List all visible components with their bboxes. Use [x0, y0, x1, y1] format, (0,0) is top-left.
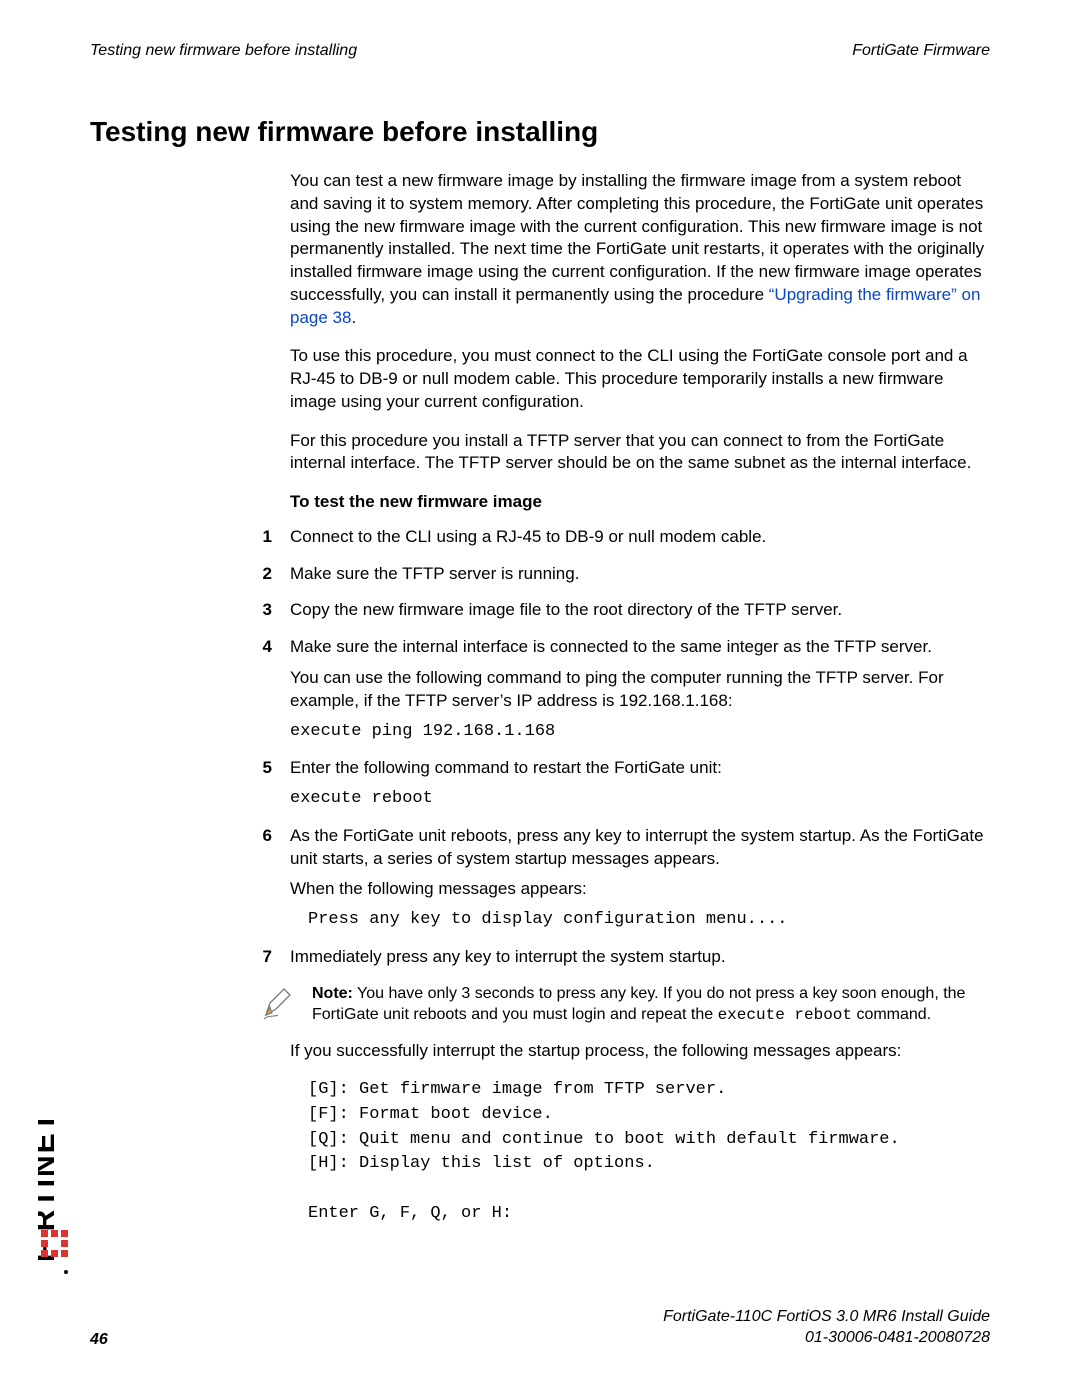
step-5: 5 Enter the following command to restart… [242, 757, 990, 819]
steps-list: 1 Connect to the CLI using a RJ-45 to DB… [242, 526, 990, 977]
note-part: You have only 3 seconds to press any key… [353, 985, 966, 1002]
boot-menu-output: [G]: Get firmware image from TFTP server… [308, 1078, 990, 1226]
command-text: execute reboot [290, 788, 990, 811]
command-text: execute ping 192.168.1.168 [290, 721, 990, 744]
intro-paragraph-3: For this procedure you install a TFTP se… [290, 430, 990, 476]
subheading: To test the new firmware image [290, 491, 990, 514]
step-text: Connect to the CLI using a RJ-45 to DB-9… [290, 526, 990, 549]
step-text: Copy the new firmware image file to the … [290, 599, 990, 622]
step-1: 1 Connect to the CLI using a RJ-45 to DB… [242, 526, 990, 557]
note-pencil-icon [260, 985, 300, 1028]
note-command: execute reboot [718, 1006, 852, 1024]
intro-paragraph-1: You can test a new firmware image by ins… [290, 170, 990, 329]
note-part: FortiGate [312, 1006, 379, 1023]
running-header: Testing new firmware before installing F… [90, 42, 990, 60]
step-text: Enter the following command to restart t… [290, 757, 990, 780]
step-2: 2 Make sure the TFTP server is running. [242, 563, 990, 594]
console-output: Press any key to display configuration m… [308, 909, 990, 932]
after-note-text: If you successfully interrupt the startu… [290, 1040, 990, 1063]
footer-right: FortiGate-110C FortiOS 3.0 MR6 Install G… [663, 1307, 990, 1349]
document-page: Testing new firmware before installing F… [0, 0, 1080, 1397]
step-text: Immediately press any key to interrupt t… [290, 946, 990, 969]
intro-p1-tail: . [351, 308, 356, 327]
step-number: 4 [242, 636, 272, 751]
step-number: 7 [242, 946, 272, 977]
step-4: 4 Make sure the internal interface is co… [242, 636, 990, 751]
note-part: unit reboots and you must login and repe… [379, 1006, 718, 1023]
header-left: Testing new firmware before installing [90, 42, 357, 60]
note-block: Note: You have only 3 seconds to press a… [260, 983, 990, 1028]
page-footer: 46 FortiGate-110C FortiOS 3.0 MR6 Instal… [90, 1307, 990, 1349]
note-label: Note: [312, 985, 353, 1002]
after-note: If you successfully interrupt the startu… [290, 1040, 990, 1227]
step-6: 6 As the FortiGate unit reboots, press a… [242, 825, 990, 940]
header-right: FortiGate Firmware [852, 42, 990, 60]
step-text: As the FortiGate unit reboots, press any… [290, 825, 990, 871]
page-number: 46 [90, 1331, 108, 1349]
step-number: 2 [242, 563, 272, 594]
step-number: 3 [242, 599, 272, 630]
svg-text:F RTINET: F RTINET [38, 1111, 61, 1262]
footer-guide: FortiGate-110C FortiOS 3.0 MR6 Install G… [663, 1307, 990, 1328]
note-part: command. [852, 1006, 931, 1023]
step-text: You can use the following command to pin… [290, 667, 990, 713]
fortinet-logo-icon: F RTINET [38, 1062, 70, 1287]
step-3: 3 Copy the new firmware image file to th… [242, 599, 990, 630]
step-text: Make sure the TFTP server is running. [290, 563, 990, 586]
step-text: Make sure the internal interface is conn… [290, 636, 990, 659]
intro-paragraph-2: To use this procedure, you must connect … [290, 345, 990, 413]
footer-docnum: 01-30006-0481-20080728 [663, 1328, 990, 1349]
step-number: 5 [242, 757, 272, 819]
body: You can test a new firmware image by ins… [290, 170, 990, 514]
step-text: When the following messages appears: [290, 878, 990, 901]
step-number: 6 [242, 825, 272, 940]
step-7: 7 Immediately press any key to interrupt… [242, 946, 990, 977]
step-number: 1 [242, 526, 272, 557]
note-text: Note: You have only 3 seconds to press a… [312, 983, 990, 1027]
page-heading: Testing new firmware before installing [90, 116, 990, 148]
